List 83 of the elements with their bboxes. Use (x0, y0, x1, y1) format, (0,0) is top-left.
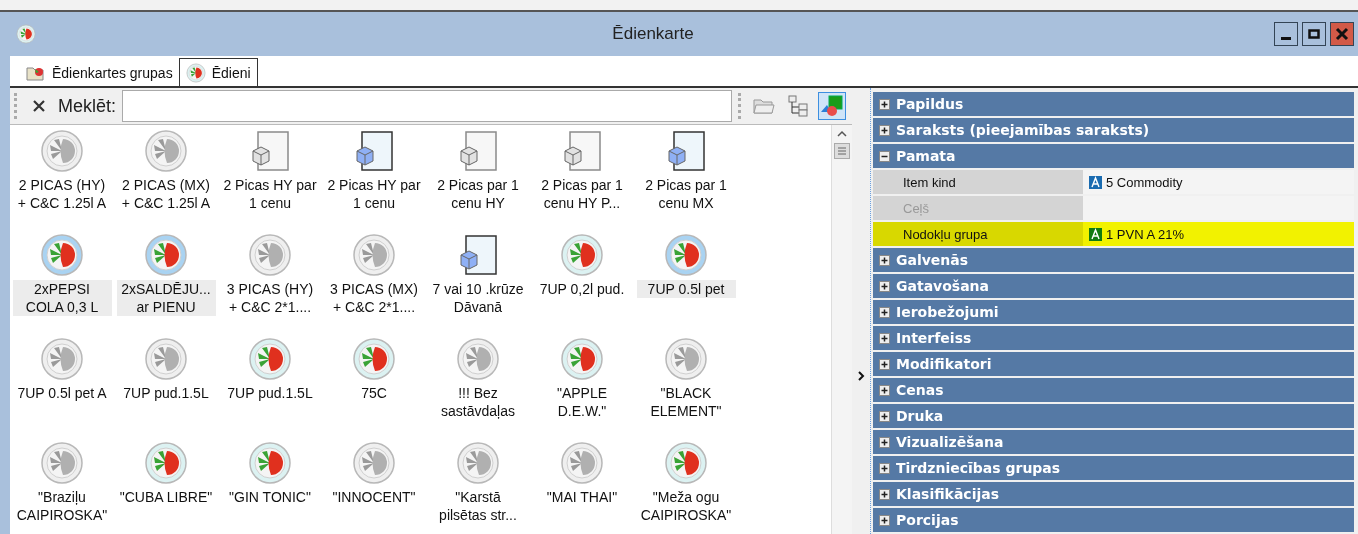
item-label[interactable]: 7UP pud.1.5L (118, 384, 214, 402)
item-label[interactable]: 3 PICAS (MX) + C&C 2*1.... (326, 280, 422, 316)
expand-icon (879, 462, 890, 474)
expand-icon (879, 280, 890, 292)
category-header[interactable]: Galvenās (873, 248, 1354, 272)
category-header[interactable]: Druka (873, 404, 1354, 428)
item-label[interactable]: "APPLE D.E.W." (534, 384, 630, 420)
close-button[interactable] (1330, 22, 1354, 46)
item-label[interactable]: !!! Bez sastāvdaļas (430, 384, 526, 420)
category-header[interactable]: Gatavošana (873, 274, 1354, 298)
item-label[interactable]: 2 Picas HY par 1 cenu (222, 176, 318, 212)
category-header[interactable]: Saraksts (pieejamības saraksts) (873, 118, 1354, 142)
property-name: Item kind (873, 170, 1083, 194)
maximize-button[interactable] (1302, 22, 1326, 46)
expand-icon (879, 488, 890, 500)
category-header[interactable]: Interfeiss (873, 326, 1354, 350)
item-label[interactable]: 2 Picas par 1 cenu HY P... (534, 176, 630, 212)
scrollbar-thumb[interactable] (834, 143, 850, 159)
shapes-icon (820, 94, 844, 118)
item-label[interactable]: 7 vai 10 .krūze Dāvanā (430, 280, 526, 316)
item-label[interactable]: 7UP 0.5l pet A (14, 384, 110, 402)
item-label[interactable]: "CUBA LIBRE" (118, 488, 214, 506)
expand-icon (879, 98, 890, 110)
item-label[interactable]: 2xPEPSI COLA 0,3 L (12, 280, 112, 316)
expand-icon (879, 124, 890, 136)
item-label[interactable]: "MAI THAI" (534, 488, 630, 506)
item-label[interactable]: 7UP pud.1.5L (222, 384, 318, 402)
item-label[interactable]: 75C (326, 384, 422, 402)
item-label[interactable]: 2 PICAS (HY) + C&C 1.25l A (14, 176, 110, 212)
expand-icon (879, 306, 890, 318)
category-header[interactable]: Ierobežojumi (873, 300, 1354, 324)
item-label[interactable]: 2 PICAS (MX) + C&C 1.25l A (118, 176, 214, 212)
folder-icon (753, 97, 775, 115)
item-label[interactable]: "INNOCENT" (326, 488, 422, 506)
chevron-right-icon[interactable] (857, 370, 865, 382)
item-label[interactable]: 2 Picas HY par 1 cenu (326, 176, 422, 212)
scroll-up-icon[interactable] (835, 129, 849, 139)
item-label[interactable]: 7UP 0,2l pud. (534, 280, 630, 298)
folder-icon (26, 64, 46, 82)
item-label[interactable]: "Karstā pilsētas str... (430, 488, 526, 524)
collapse-icon (879, 150, 890, 162)
expand-icon (879, 514, 890, 526)
item-label[interactable]: "GIN TONIC" (222, 488, 318, 506)
property-value-field[interactable]: 1 PVN A 21% (1083, 222, 1354, 246)
app-icon (16, 24, 36, 44)
category-header[interactable]: Modifikatori (873, 352, 1354, 376)
dish-icon (185, 62, 206, 83)
expand-icon (879, 436, 890, 448)
category-header[interactable]: Tirdzniecības grupas (873, 456, 1354, 480)
expand-icon (879, 410, 890, 422)
expand-icon (879, 332, 890, 344)
item-label[interactable]: 2 Picas par 1 cenu MX (638, 176, 734, 212)
category-header[interactable]: Pamata (873, 144, 1354, 168)
category-header[interactable]: Klasifikācijas (873, 482, 1354, 506)
tab[interactable]: Ēdieni (178, 58, 258, 86)
property-name: Nodokļu grupa (873, 222, 1083, 246)
expand-icon (879, 358, 890, 370)
item-label[interactable]: "BLACK ELEMENT" (638, 384, 734, 420)
item-label[interactable]: "Braziļu CAIPIROSKA" (14, 488, 110, 524)
tree-icon (787, 95, 809, 117)
window-title: Ēdienkarte (612, 24, 694, 44)
minimize-icon (1281, 36, 1291, 40)
scrollbar-track[interactable] (831, 125, 852, 534)
item-label[interactable]: 2 Picas par 1 cenu HY (430, 176, 526, 212)
expand-icon (879, 254, 890, 266)
close-icon (1335, 27, 1349, 41)
category-header[interactable]: Vizualizēšana (873, 430, 1354, 454)
shapes-button[interactable] (818, 92, 846, 120)
item-label[interactable]: "Meža ogu CAIPIROSKA" (638, 488, 734, 524)
close-icon[interactable] (32, 99, 46, 113)
category-header[interactable]: Papildus (873, 92, 1354, 116)
property-value-field[interactable]: 5 Commodity (1083, 170, 1354, 194)
minimize-button[interactable] (1274, 22, 1298, 46)
search-label: Meklēt: (58, 95, 117, 117)
search-field[interactable] (122, 90, 732, 122)
property-name: Ceļš (873, 196, 1083, 220)
item-label[interactable]: 7UP 0.5l pet (636, 280, 736, 298)
item-label[interactable]: 2xSALDĒJU... ar PIENU (116, 280, 216, 316)
item-label[interactable]: 3 PICAS (HY) + C&C 2*1.... (222, 280, 318, 316)
maximize-icon (1307, 27, 1321, 41)
category-header[interactable]: Cenas (873, 378, 1354, 402)
expand-icon (879, 384, 890, 396)
category-header[interactable]: Porcijas (873, 508, 1354, 532)
